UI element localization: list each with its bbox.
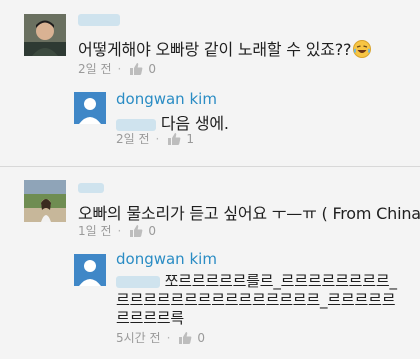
default-user-icon: [74, 254, 106, 286]
like-count: 0: [148, 61, 156, 76]
reply-meta: 5시간 전 · 0: [116, 330, 206, 346]
laughing-crying-emoji: [353, 40, 372, 58]
comment-divider: [0, 166, 420, 167]
comment-meta: 2일 전 · 0: [78, 61, 156, 77]
commenter-handle[interactable]: [78, 12, 120, 26]
like-count: 0: [197, 330, 206, 345]
comment-text: 어떻게해야 오빠랑 같이 노래할 수 있죠??: [78, 36, 372, 60]
reply-time: 5시간 전: [116, 331, 161, 345]
reply-time: 2일 전: [116, 132, 150, 146]
comment-time: 1일 전: [78, 224, 112, 238]
avatar-photo: [24, 14, 66, 56]
commenter-avatar[interactable]: [24, 14, 66, 56]
reply-author[interactable]: dongwan kim: [116, 90, 217, 108]
commenter-handle[interactable]: [78, 180, 104, 194]
comment-time: 2일 전: [78, 62, 112, 76]
comment-meta: 1일 전 · 0: [78, 223, 156, 239]
default-user-icon: [74, 92, 106, 124]
replier-avatar[interactable]: [74, 92, 106, 124]
thumbs-up-icon[interactable]: [129, 62, 143, 76]
mention-tag[interactable]: [116, 275, 160, 288]
reply-meta: 2일 전 · 1: [116, 131, 194, 147]
reply-text-line-3: 르르르르륵: [116, 309, 185, 327]
replier-avatar[interactable]: [74, 254, 106, 286]
thumbs-up-icon[interactable]: [167, 132, 181, 146]
comment-text: 오빠의 물소리가 듣고 싶어요 ㅜ—ㅠ ( From China ): [78, 204, 420, 223]
like-count: 1: [186, 131, 194, 146]
reply-text-line-1: 쪼르르르르르를르_르르르르르르르르_: [116, 270, 397, 291]
like-count: 0: [148, 223, 156, 238]
avatar-photo: [24, 180, 66, 222]
thumbs-up-icon[interactable]: [129, 224, 143, 238]
thumbs-up-icon[interactable]: [178, 331, 192, 345]
mention-tag[interactable]: [116, 118, 156, 131]
reply-author[interactable]: dongwan kim: [116, 250, 217, 268]
commenter-avatar[interactable]: [24, 180, 66, 222]
